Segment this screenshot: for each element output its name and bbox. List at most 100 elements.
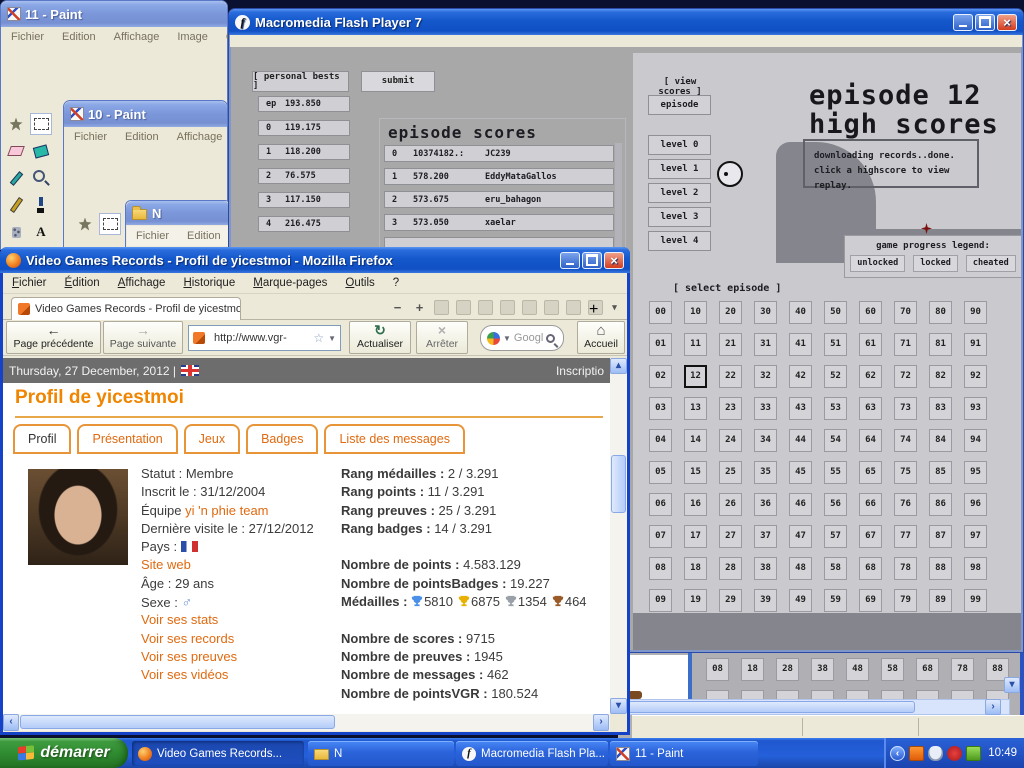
unlocked-legend-button[interactable]: unlocked (850, 255, 905, 272)
firefox-titlebar[interactable]: Video Games Records - Profil de yicestmo… (0, 247, 630, 273)
episode-cell-86[interactable]: 86 (929, 493, 952, 516)
taskbar-clock[interactable]: 10:49 (988, 747, 1017, 759)
minimize-button[interactable] (953, 14, 973, 31)
refresh-button[interactable]: ↻ Actualiser (349, 321, 411, 354)
level-scores-button[interactable]: level 4 (648, 231, 711, 251)
highscore-row[interactable]: 2573.675eru_bahagon (384, 191, 614, 208)
menu-item[interactable]: Historique (174, 274, 244, 292)
highscore-row[interactable]: 1578.200EddyMataGallos (384, 168, 614, 185)
episode-cell-32[interactable]: 32 (754, 365, 777, 388)
episode-cell-06[interactable]: 06 (649, 493, 672, 516)
episode-cell-73[interactable]: 73 (894, 397, 917, 420)
episode-cell-07[interactable]: 07 (649, 525, 672, 548)
tab-liste-des-messages[interactable]: Liste des messages (324, 424, 464, 454)
menu-item[interactable]: Fichier (127, 227, 178, 245)
episode-cell-65[interactable]: 65 (859, 461, 882, 484)
stop-button[interactable]: × Arrêter (416, 321, 468, 354)
forward-button[interactable]: → Page suivante (103, 321, 183, 354)
episode-cell-28[interactable]: 28 (776, 658, 799, 681)
ati-tray-icon[interactable] (947, 746, 962, 761)
episode-cell-21[interactable]: 21 (719, 333, 742, 356)
episode-cell-50[interactable]: 50 (824, 301, 847, 324)
episode-cell-70[interactable]: 70 (894, 301, 917, 324)
episode-cell-69[interactable]: 69 (859, 589, 882, 612)
episode-cell-15[interactable]: 15 (684, 461, 707, 484)
episode-cell-88[interactable]: 88 (929, 557, 952, 580)
menu-item[interactable]: Edition (178, 227, 230, 245)
episode-cell-85[interactable]: 85 (929, 461, 952, 484)
menu-item[interactable]: Edition (53, 28, 105, 46)
level-scores-button[interactable]: level 2 (648, 183, 711, 203)
menu-item[interactable]: Fichier (2, 28, 53, 46)
tab-présentation[interactable]: Présentation (77, 424, 177, 454)
episode-cell-42[interactable]: 42 (789, 365, 812, 388)
url-text[interactable]: http://www.vgr- (214, 332, 287, 344)
level-scores-button[interactable]: level 0 (648, 135, 711, 155)
paint11-titlebar[interactable]: 11 - Paint (1, 1, 227, 27)
episode-cell-75[interactable]: 75 (894, 461, 917, 484)
episode-cell-87[interactable]: 87 (929, 525, 952, 548)
episode-cell-11[interactable]: 11 (684, 333, 707, 356)
vertical-scrollbar-thumb[interactable] (611, 455, 626, 513)
episode-cell-68[interactable]: 68 (859, 557, 882, 580)
episode-cell-08[interactable]: 08 (706, 658, 729, 681)
close-button[interactable] (604, 252, 624, 269)
episode-cell-78[interactable]: 78 (951, 658, 974, 681)
tab-badges[interactable]: Badges (246, 424, 318, 454)
cut-icon[interactable] (456, 300, 471, 315)
episode-scores-button[interactable]: episode (648, 95, 711, 115)
copy-icon[interactable] (478, 300, 493, 315)
episode-cell-38[interactable]: 38 (754, 557, 777, 580)
select-tool-icon[interactable] (99, 213, 121, 235)
taskbar-task-folder[interactable]: N (308, 741, 454, 766)
scroll-down-button[interactable]: ▾ (610, 698, 627, 714)
episode-cell-20[interactable]: 20 (719, 301, 742, 324)
episode-cell-71[interactable]: 71 (894, 333, 917, 356)
episode-cell-51[interactable]: 51 (824, 333, 847, 356)
add-icon[interactable]: + (588, 300, 603, 315)
scroll-right-button[interactable]: › (593, 714, 609, 731)
plus-icon[interactable]: + (412, 300, 427, 315)
episode-cell-67[interactable]: 67 (859, 525, 882, 548)
background-scroll-right-button[interactable]: › (985, 699, 1001, 715)
episode-cell-58[interactable]: 58 (881, 658, 904, 681)
episode-cell-83[interactable]: 83 (929, 397, 952, 420)
episode-cell-93[interactable]: 93 (964, 397, 987, 420)
magnifier-tool-icon[interactable] (30, 167, 52, 189)
taskbar-task-firefox[interactable]: Video Games Records... (132, 741, 304, 766)
text-tool-icon[interactable] (30, 221, 52, 243)
start-button[interactable]: démarrer (0, 738, 128, 768)
background-scroll-down-button[interactable]: ▾ (1004, 677, 1020, 693)
eraser-tool-icon[interactable] (5, 140, 27, 162)
print-icon[interactable] (566, 300, 581, 315)
back-button[interactable]: ← Page précédente (6, 321, 101, 354)
fill-tool-icon[interactable] (30, 140, 52, 162)
episode-cell-55[interactable]: 55 (824, 461, 847, 484)
episode-cell-31[interactable]: 31 (754, 333, 777, 356)
scroll-left-button[interactable]: ‹ (3, 714, 19, 731)
episode-cell-25[interactable]: 25 (719, 461, 742, 484)
episode-cell-38[interactable]: 38 (811, 658, 834, 681)
episode-cell-48[interactable]: 48 (846, 658, 869, 681)
highscore-row[interactable]: 010374182.:JC239 (384, 145, 614, 162)
menu-item[interactable]: Affichage (168, 128, 232, 146)
episode-cell-56[interactable]: 56 (824, 493, 847, 516)
episode-cell-18[interactable]: 18 (741, 658, 764, 681)
personal-best-row[interactable]: 1118.200 (258, 144, 350, 160)
menu-item[interactable]: Image (168, 28, 217, 46)
episode-cell-47[interactable]: 47 (789, 525, 812, 548)
brush-tool-icon[interactable] (30, 194, 52, 216)
scroll-up-button[interactable]: ▴ (610, 358, 627, 374)
profile-link[interactable]: Voir ses vidéos (141, 667, 228, 682)
episode-cell-01[interactable]: 01 (649, 333, 672, 356)
taskbar-task-paint[interactable]: 11 - Paint (610, 741, 758, 766)
updates-tray-icon[interactable] (966, 746, 981, 761)
episode-cell-02[interactable]: 02 (649, 365, 672, 388)
episode-cell-43[interactable]: 43 (789, 397, 812, 420)
bookmark-star-icon[interactable]: ☆ (313, 331, 324, 345)
episode-cell-37[interactable]: 37 (754, 525, 777, 548)
url-bar[interactable]: http://www.vgr- ☆ ▼ (188, 325, 341, 351)
episode-cell-62[interactable]: 62 (859, 365, 882, 388)
episode-cell-33[interactable]: 33 (754, 397, 777, 420)
uk-flag-icon[interactable] (181, 365, 199, 376)
